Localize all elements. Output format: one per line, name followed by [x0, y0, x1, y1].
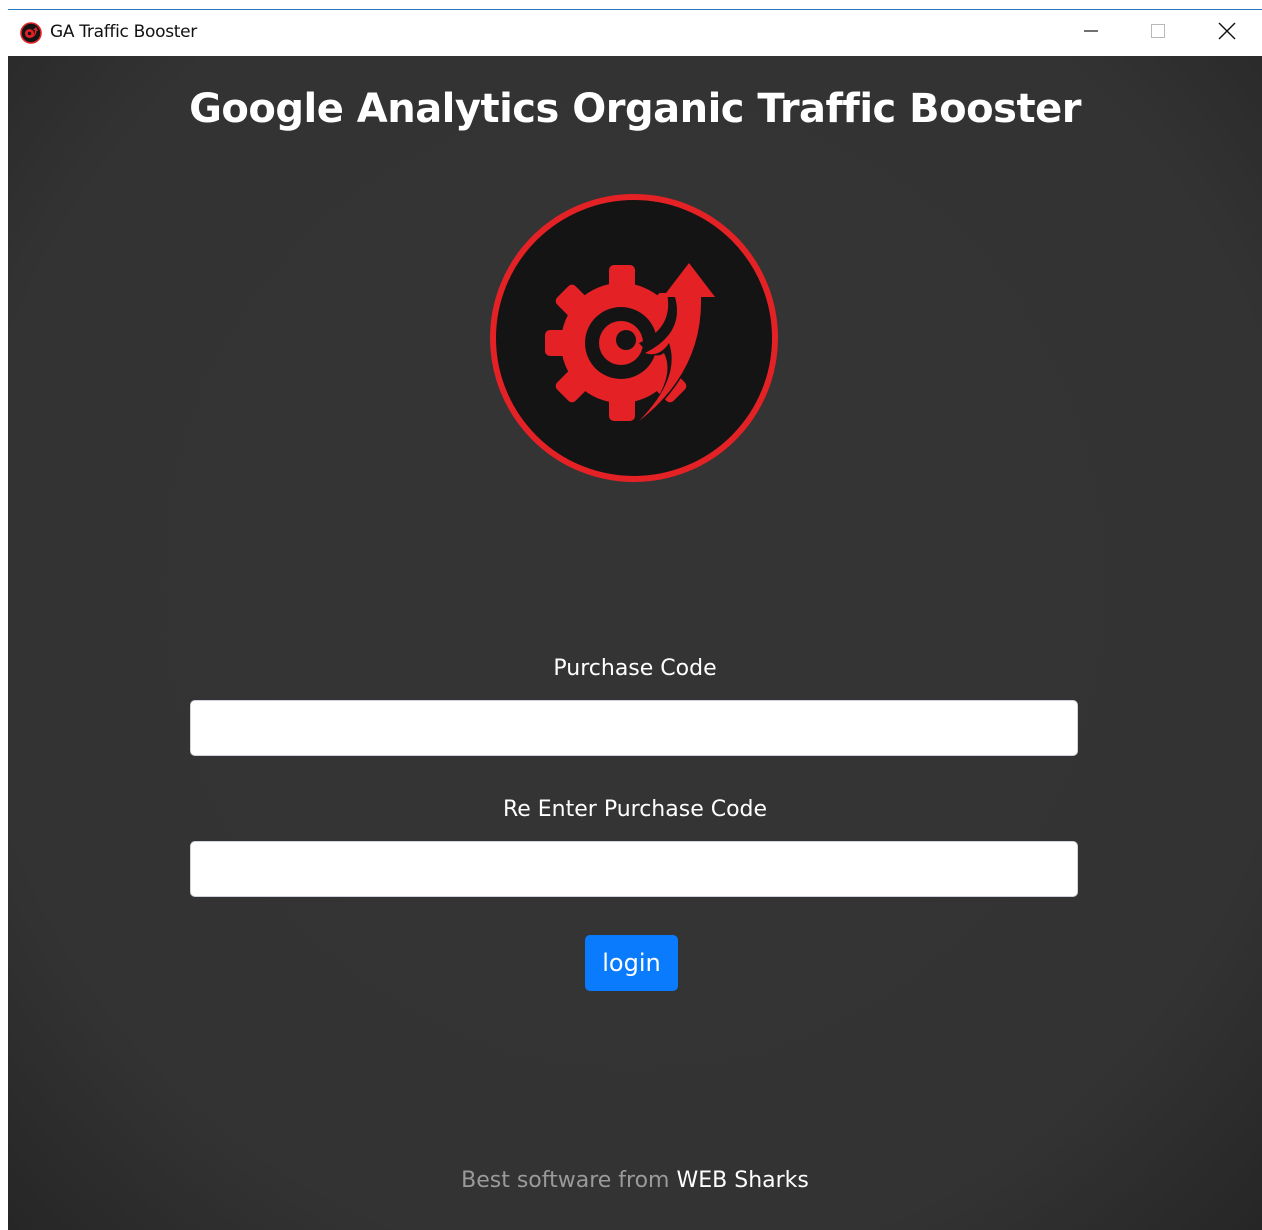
minimize-button[interactable] [1058, 10, 1124, 56]
gear-arrow-logo-icon [489, 193, 779, 483]
app-logo-icon [20, 22, 42, 44]
close-button[interactable] [1194, 10, 1260, 56]
main-content: Google Analytics Organic Traffic Booster [8, 56, 1262, 1230]
login-button[interactable]: login [585, 935, 678, 991]
reenter-purchase-code-label: Re Enter Purchase Code [502, 797, 768, 822]
footer: Best software from WEB Sharks [8, 1168, 1262, 1193]
window-title: GA Traffic Booster [50, 22, 197, 42]
purchase-code-label: Purchase Code [553, 656, 717, 681]
maximize-button[interactable] [1125, 10, 1191, 56]
reenter-purchase-code-input[interactable] [190, 841, 1078, 897]
maximize-icon [1150, 23, 1166, 44]
page-title: Google Analytics Organic Traffic Booster [189, 86, 1081, 132]
title-bar[interactable]: GA Traffic Booster [8, 10, 1262, 56]
purchase-code-input[interactable] [190, 700, 1078, 756]
minimize-icon [1083, 23, 1099, 44]
footer-prefix-text: Best software from [461, 1168, 670, 1193]
app-window: GA Traffic Booster Google Analytics Orga… [8, 9, 1262, 1230]
close-icon [1218, 22, 1236, 45]
footer-brand-text: WEB Sharks [676, 1168, 809, 1193]
